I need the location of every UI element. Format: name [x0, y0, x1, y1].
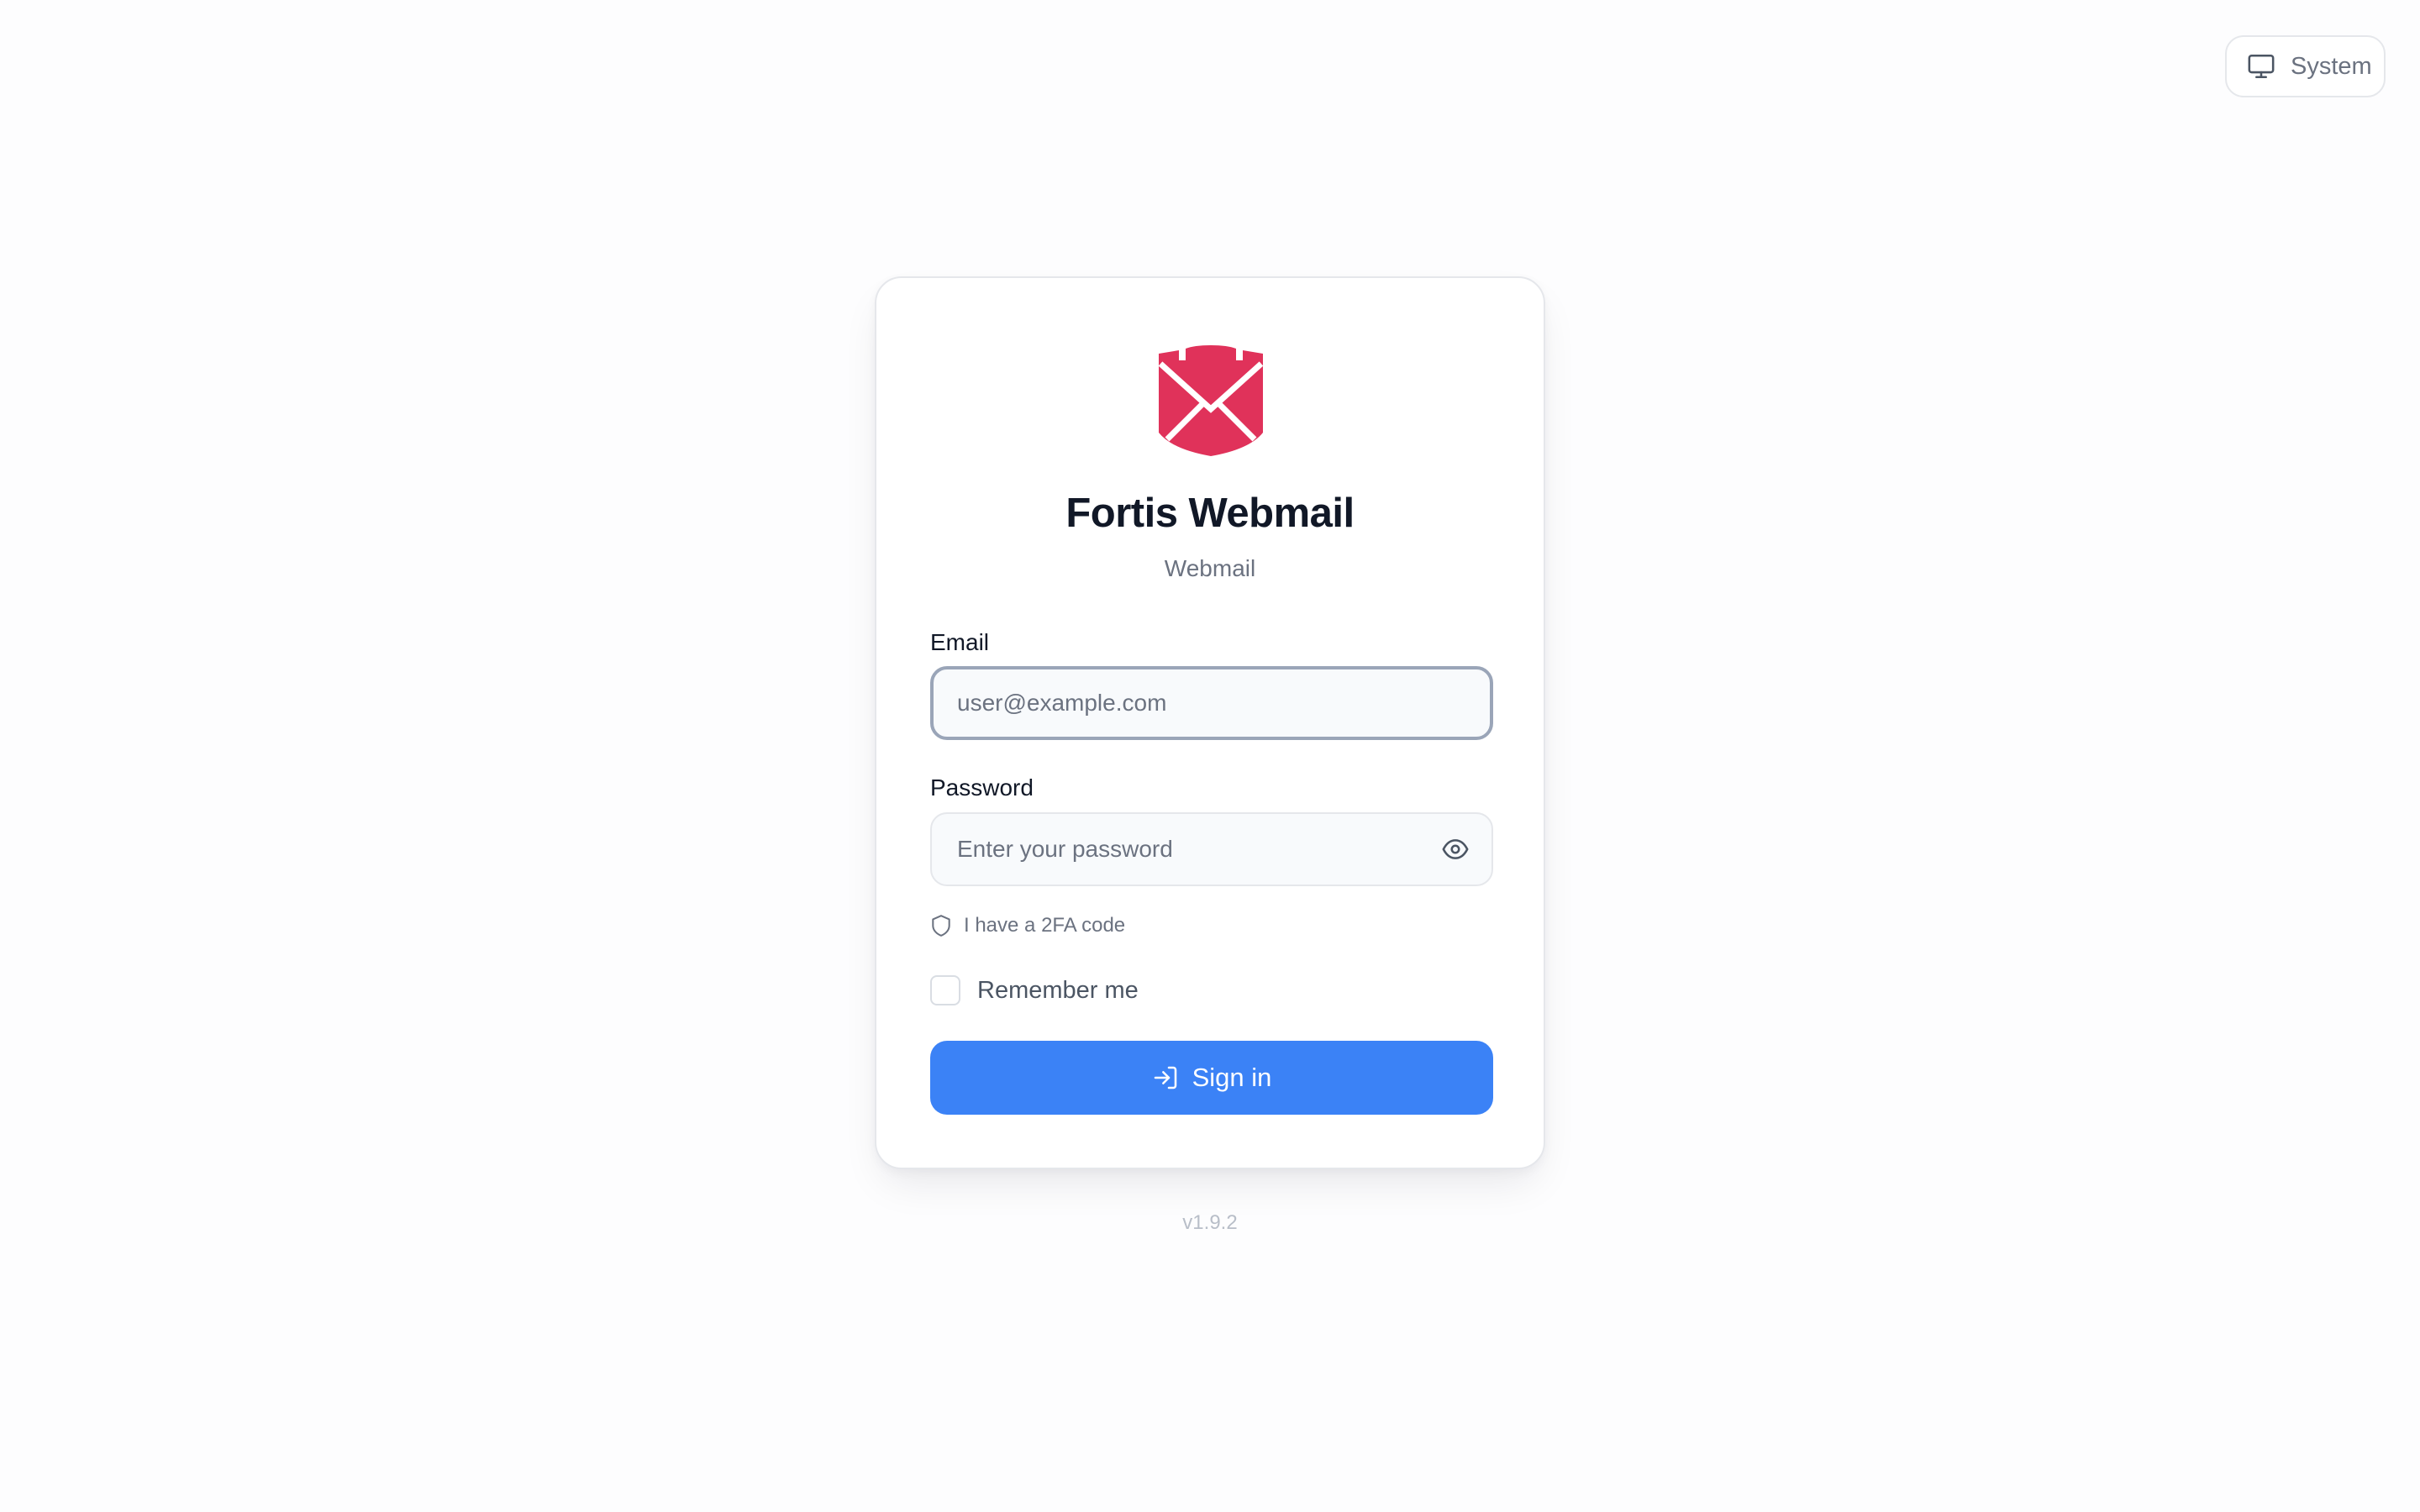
sign-in-button[interactable]: Sign in	[930, 1041, 1493, 1115]
email-field[interactable]: user@example.com	[930, 666, 1493, 740]
login-card: Fortis Webmail Webmail Email user@exampl…	[875, 276, 1545, 1169]
theme-toggle-button[interactable]: System	[2225, 35, 2386, 97]
password-placeholder: Enter your password	[957, 836, 1173, 862]
app-subtitle: Webmail	[1164, 555, 1256, 581]
twofa-label: I have a 2FA code	[964, 914, 1126, 937]
version-label: v1.9.2	[1182, 1211, 1238, 1234]
monitor-icon	[2248, 54, 2275, 79]
eye-icon[interactable]	[1441, 835, 1470, 864]
fortis-shield-logo	[1159, 345, 1263, 456]
theme-toggle-label: System	[2291, 52, 2372, 80]
shield-icon	[932, 915, 950, 937]
password-label: Password	[930, 774, 1034, 801]
remember-me-row: Remember me	[930, 975, 1139, 1005]
remember-me-label[interactable]: Remember me	[977, 977, 1139, 1005]
login-page: System Fortis Webmail Webmail Email user…	[0, 0, 2420, 1512]
email-label: Email	[930, 629, 990, 655]
sign-in-label: Sign in	[1192, 1063, 1272, 1092]
password-field[interactable]: Enter your password	[930, 812, 1493, 886]
twofa-toggle[interactable]: I have a 2FA code	[930, 914, 1125, 937]
app-title: Fortis Webmail	[1065, 491, 1355, 536]
remember-me-checkbox[interactable]	[930, 975, 960, 1005]
email-placeholder: user@example.com	[957, 690, 1167, 716]
log-in-icon	[1154, 1066, 1176, 1089]
